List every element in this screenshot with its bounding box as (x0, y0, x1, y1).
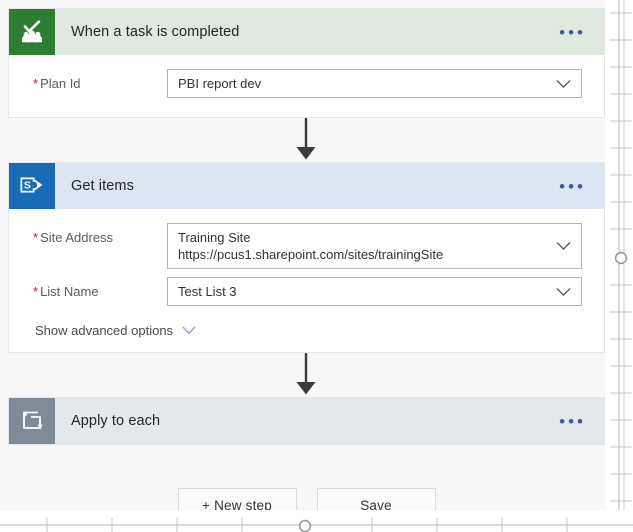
loop-icon (9, 398, 55, 444)
card-body-when-a-task-is-completed: * Plan Id PBI report dev (9, 55, 604, 117)
plan-id-value: PBI report dev (178, 76, 262, 91)
required-marker: * (33, 76, 39, 91)
flow-connector-2 (8, 353, 605, 397)
plan-id-dropdown[interactable]: PBI report dev (167, 69, 582, 98)
site-address-dropdown[interactable]: Training Site https://pcus1.sharepoint.c… (167, 223, 582, 269)
show-advanced-options-toggle[interactable]: Show advanced options (9, 313, 604, 340)
field-label-text: Site Address (40, 230, 114, 245)
card-menu-button-apply-to-each[interactable]: ••• (551, 398, 604, 444)
vertical-ruler[interactable] (605, 0, 633, 532)
sharepoint-icon: S (9, 163, 55, 209)
chevron-down-icon (556, 287, 571, 296)
field-label-text: List Name (40, 284, 99, 299)
card-title-when-a-task-is-completed: When a task is completed (71, 24, 240, 40)
card-header-when-a-task-is-completed[interactable]: When a task is completed ••• (9, 9, 604, 55)
card-title-apply-to-each: Apply to each (71, 413, 161, 429)
flow-step-card-apply-to-each[interactable]: Apply to each ••• (8, 397, 605, 445)
horizontal-ruler-handle (298, 519, 312, 532)
card-menu-button-when-a-task-is-completed[interactable]: ••• (551, 9, 604, 55)
svg-text:S: S (24, 179, 31, 191)
field-label-text: Plan Id (40, 76, 81, 91)
chevron-down-icon (556, 242, 571, 251)
flow-designer-canvas: When a task is completed ••• * Plan Id PB… (0, 0, 633, 532)
required-marker: * (33, 284, 39, 299)
flow-step-card-get-items[interactable]: S Get items ••• * Site Address Training S… (8, 162, 605, 353)
arrow-down-icon (296, 118, 316, 160)
chevron-down-icon (556, 79, 571, 88)
required-marker: * (33, 230, 39, 245)
planner-icon (9, 9, 55, 55)
card-title-get-items: Get items (71, 178, 134, 194)
chevron-down-icon (182, 326, 196, 335)
site-address-url: https://pcus1.sharepoint.com/sites/train… (178, 247, 444, 262)
card-header-apply-to-each[interactable]: Apply to each ••• (9, 398, 604, 444)
flow-connector-1 (8, 118, 605, 162)
card-menu-button-get-items[interactable]: ••• (551, 163, 604, 209)
arrow-down-icon (296, 353, 316, 395)
vertical-ruler-handle (614, 251, 628, 265)
field-label-list-name: * List Name (33, 277, 167, 299)
field-row-list-name: * List Name Test List 3 (9, 273, 604, 313)
field-row-plan-id: * Plan Id PBI report dev (9, 65, 604, 105)
flow-step-card-when-a-task-is-completed[interactable]: When a task is completed ••• * Plan Id PB… (8, 8, 605, 118)
card-body-get-items: * Site Address Training Site https://pcus… (9, 209, 604, 352)
card-header-get-items[interactable]: S Get items ••• (9, 163, 604, 209)
flow-steps-container: When a task is completed ••• * Plan Id PB… (8, 8, 605, 522)
horizontal-ruler[interactable] (0, 510, 633, 532)
show-advanced-options-label: Show advanced options (35, 323, 174, 338)
list-name-value: Test List 3 (178, 284, 237, 299)
field-row-site-address: * Site Address Training Site https://pcus… (9, 219, 604, 273)
field-label-plan-id: * Plan Id (33, 69, 167, 91)
list-name-dropdown[interactable]: Test List 3 (167, 277, 582, 306)
site-address-value: Training Site (178, 230, 251, 245)
field-label-site-address: * Site Address (33, 223, 167, 245)
